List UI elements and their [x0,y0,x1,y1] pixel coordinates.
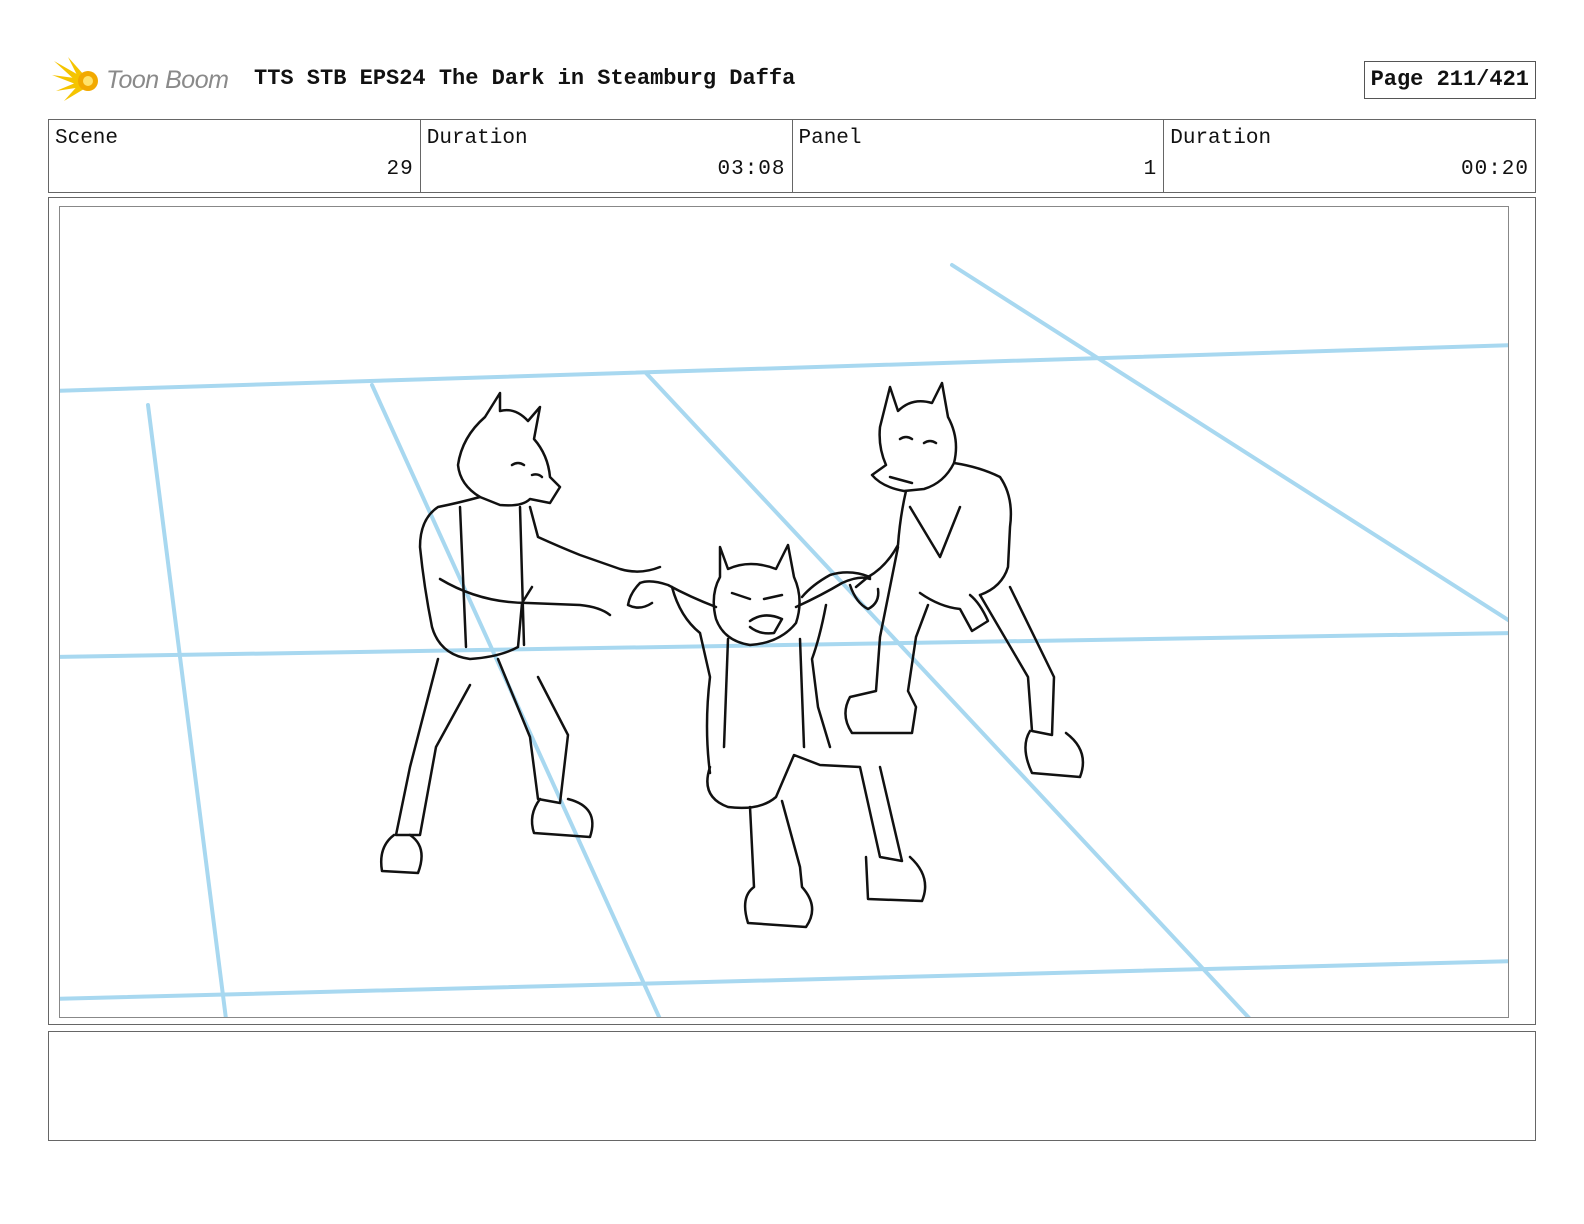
panel-value: 1 [1143,158,1158,181]
page-number: Page 211/421 [1363,61,1536,99]
starburst-icon [52,57,98,101]
panel-duration-label: Duration [1170,127,1272,150]
panel-image [59,206,1509,1018]
scene-duration-label: Duration [426,127,528,150]
panel-frame [48,197,1536,1025]
page-header: Toon Boom TTS STB EPS24 The Dark in Stea… [48,52,1536,108]
toon-boom-logo: Toon Boom [52,52,242,108]
logo-text: Toon Boom [106,65,229,94]
document-title: TTS STB EPS24 The Dark in Steamburg Daff… [254,66,796,91]
scene-label: Scene [55,127,119,150]
scene-duration-cell: Duration 03:08 [421,120,793,192]
right-character-sketch [800,381,1085,779]
scene-value: 29 [386,158,414,181]
left-character-sketch [380,391,662,875]
scene-duration-value: 03:08 [717,158,786,181]
perspective-guides [60,263,1508,1017]
panel-label: Panel [798,127,862,150]
scene-cell: Scene 29 [49,120,421,192]
panel-cell: Panel 1 [793,120,1165,192]
panel-duration-value: 00:20 [1460,158,1529,181]
panel-notes-box[interactable] [48,1031,1536,1141]
center-character-sketch [626,543,927,929]
panel-duration-cell: Duration 00:20 [1164,120,1535,192]
scene-info-table: Scene 29 Duration 03:08 Panel 1 Duration… [48,119,1536,193]
storyboard-sketch-image [60,263,1508,1017]
